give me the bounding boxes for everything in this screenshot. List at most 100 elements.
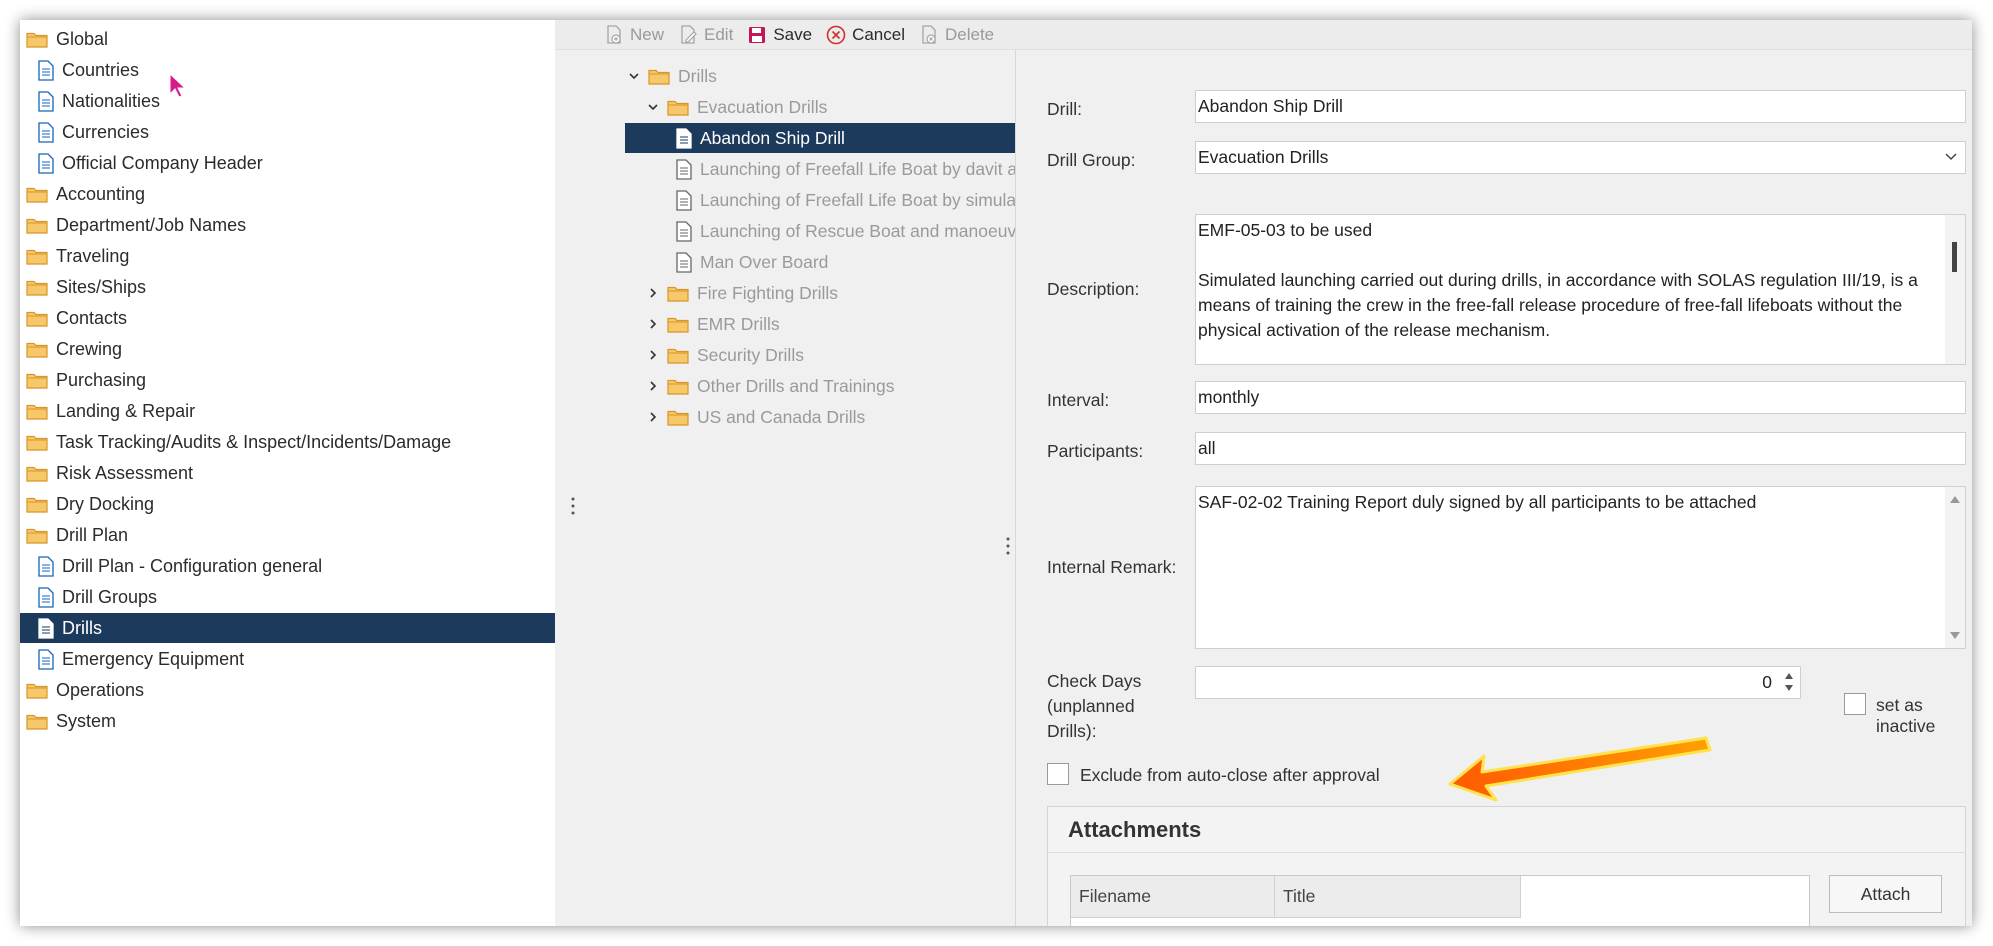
tree-item-label: Evacuation Drills	[697, 96, 828, 117]
tree-drill-item[interactable]: Launching of Freefall Life Boat by davit…	[676, 154, 1017, 184]
nav-emergency-equipment[interactable]: Emergency Equipment	[20, 644, 555, 674]
chevron-right-icon[interactable]	[647, 349, 667, 361]
tree-item-label: Man Over Board	[700, 251, 829, 272]
exclude-auto-close-label: Exclude from auto-close after approval	[1080, 765, 1380, 785]
spinner-arrows-icon[interactable]	[1784, 670, 1794, 694]
cancel-button[interactable]: Cancel	[826, 25, 905, 45]
title-column-header[interactable]: Title	[1275, 876, 1521, 918]
description-scrollbar[interactable]	[1945, 215, 1965, 364]
nav-traveling[interactable]: Traveling	[20, 241, 555, 271]
tree-drill-item[interactable]: Man Over Board	[676, 247, 828, 277]
check-days-label-1: Check Days	[1047, 671, 1142, 691]
tree-item-label: Launching of Freefall Life Boat by davit…	[700, 158, 1018, 179]
remark-scrollbar[interactable]	[1945, 487, 1965, 648]
chevron-right-icon[interactable]	[647, 287, 667, 299]
new-button[interactable]: New	[604, 25, 664, 45]
nav-item-label: Countries	[62, 59, 140, 80]
nav-nationalities[interactable]: Nationalities	[20, 86, 555, 116]
chevron-down-icon	[1945, 153, 1957, 161]
tree-evacuation-drills[interactable]: Evacuation Drills	[647, 92, 827, 122]
internal-remark-textarea[interactable]: SAF-02-02 Training Report duly signed by…	[1195, 486, 1966, 649]
nav-item-label: Sites/Ships	[56, 276, 147, 297]
tree-drill-group[interactable]: Fire Fighting Drills	[647, 278, 838, 308]
folder-icon	[667, 347, 689, 364]
app-window: Global Countries Nationalities Currencies Of…	[20, 20, 1972, 926]
folder-icon	[26, 341, 48, 358]
participants-input[interactable]: all	[1195, 432, 1966, 465]
folder-icon	[26, 186, 48, 203]
chevron-down-icon[interactable]	[647, 101, 667, 113]
scroll-up-icon[interactable]	[1950, 495, 1960, 503]
description-line-2: Simulated launching carried out during d…	[1198, 270, 1918, 340]
right-splitter-handle-icon[interactable]	[1005, 536, 1011, 556]
nav-drill-plan-config[interactable]: Drill Plan - Configuration general	[20, 551, 555, 581]
interval-input[interactable]: monthly	[1195, 381, 1966, 414]
document-icon	[38, 121, 54, 143]
nav-system[interactable]: System	[20, 706, 555, 736]
chevron-right-icon[interactable]	[647, 411, 667, 423]
nav-crewing[interactable]: Crewing	[20, 334, 555, 364]
tree-drill-item[interactable]: Launching of Freefall Life Boat by simul…	[676, 185, 1016, 215]
nav-drills[interactable]: Drills	[20, 613, 555, 643]
delete-button[interactable]: Delete	[919, 25, 994, 45]
nav-countries[interactable]: Countries	[20, 55, 555, 85]
cancel-circle-icon	[826, 25, 846, 44]
drill-group-select[interactable]: Evacuation Drills	[1195, 141, 1966, 174]
drill-tree-panel: New Edit Save Cancel Delete Drills Evacua…	[555, 20, 1972, 926]
tree-drill-item[interactable]: Abandon Ship Drill	[625, 123, 1022, 153]
nav-drill-plan[interactable]: Drill Plan	[20, 520, 555, 550]
filename-column-header[interactable]: Filename	[1071, 876, 1275, 918]
nav-risk-assessment[interactable]: Risk Assessment	[20, 458, 555, 488]
tree-drills-root[interactable]: Drills	[628, 61, 717, 91]
nav-dry-docking[interactable]: Dry Docking	[20, 489, 555, 519]
nav-item-label: Accounting	[56, 183, 146, 204]
save-button[interactable]: Save	[747, 25, 812, 45]
document-icon	[676, 251, 692, 273]
nav-currencies[interactable]: Currencies	[20, 117, 555, 147]
check-days-spinner[interactable]: 0	[1195, 666, 1801, 699]
attach-button[interactable]: Attach	[1829, 875, 1942, 913]
scroll-down-icon[interactable]	[1950, 632, 1960, 640]
nav-department-job-names[interactable]: Department/Job Names	[20, 210, 555, 240]
document-icon	[676, 127, 692, 149]
chevron-right-icon[interactable]	[647, 380, 667, 392]
description-line-1: EMF-05-03 to be used	[1198, 220, 1373, 240]
nav-item-label: Emergency Equipment	[62, 648, 245, 669]
save-label: Save	[773, 24, 813, 44]
tree-item-label: EMR Drills	[697, 313, 780, 334]
drill-name-input[interactable]: Abandon Ship Drill	[1195, 90, 1966, 123]
description-textarea[interactable]: EMF-05-03 to be used Simulated launching…	[1195, 214, 1966, 365]
exclude-auto-close-checkbox[interactable]	[1047, 763, 1069, 785]
edit-button[interactable]: Edit	[678, 25, 733, 45]
tree-drill-group[interactable]: US and Canada Drills	[647, 402, 865, 432]
tree-drill-group[interactable]: EMR Drills	[647, 309, 780, 339]
nav-item-label: Purchasing	[56, 369, 147, 390]
nav-official-company-header[interactable]: Official Company Header	[20, 148, 555, 178]
save-floppy-icon	[749, 26, 766, 43]
check-days-label-2: (unplanned	[1047, 696, 1135, 716]
folder-icon	[26, 496, 48, 513]
attachments-grid[interactable]: Filename Title	[1070, 875, 1810, 926]
nav-item-label: Dry Docking	[56, 493, 155, 514]
folder-icon	[26, 310, 48, 327]
nav-drill-groups[interactable]: Drill Groups	[20, 582, 555, 612]
document-icon	[38, 90, 54, 112]
tree-drill-item[interactable]: Launching of Rescue Boat and manoeuv	[676, 216, 1016, 246]
chevron-right-icon[interactable]	[647, 318, 667, 330]
left-splitter-handle-icon[interactable]	[570, 496, 576, 516]
nav-landing-repair[interactable]: Landing & Repair	[20, 396, 555, 426]
set-inactive-checkbox[interactable]	[1844, 693, 1866, 715]
nav-contacts[interactable]: Contacts	[20, 303, 555, 333]
nav-task-tracking[interactable]: Task Tracking/Audits & Inspect/Incidents…	[20, 427, 555, 457]
nav-sites-ships[interactable]: Sites/Ships	[20, 272, 555, 302]
nav-accounting[interactable]: Accounting	[20, 179, 555, 209]
folder-icon	[26, 279, 48, 296]
chevron-down-icon[interactable]	[628, 70, 648, 82]
tree-drill-group[interactable]: Other Drills and Trainings	[647, 371, 894, 401]
nav-purchasing[interactable]: Purchasing	[20, 365, 555, 395]
folder-icon	[26, 248, 48, 265]
nav-operations[interactable]: Operations	[20, 675, 555, 705]
nav-global[interactable]: Global	[20, 24, 555, 54]
folder-icon	[667, 99, 689, 116]
tree-drill-group[interactable]: Security Drills	[647, 340, 804, 370]
